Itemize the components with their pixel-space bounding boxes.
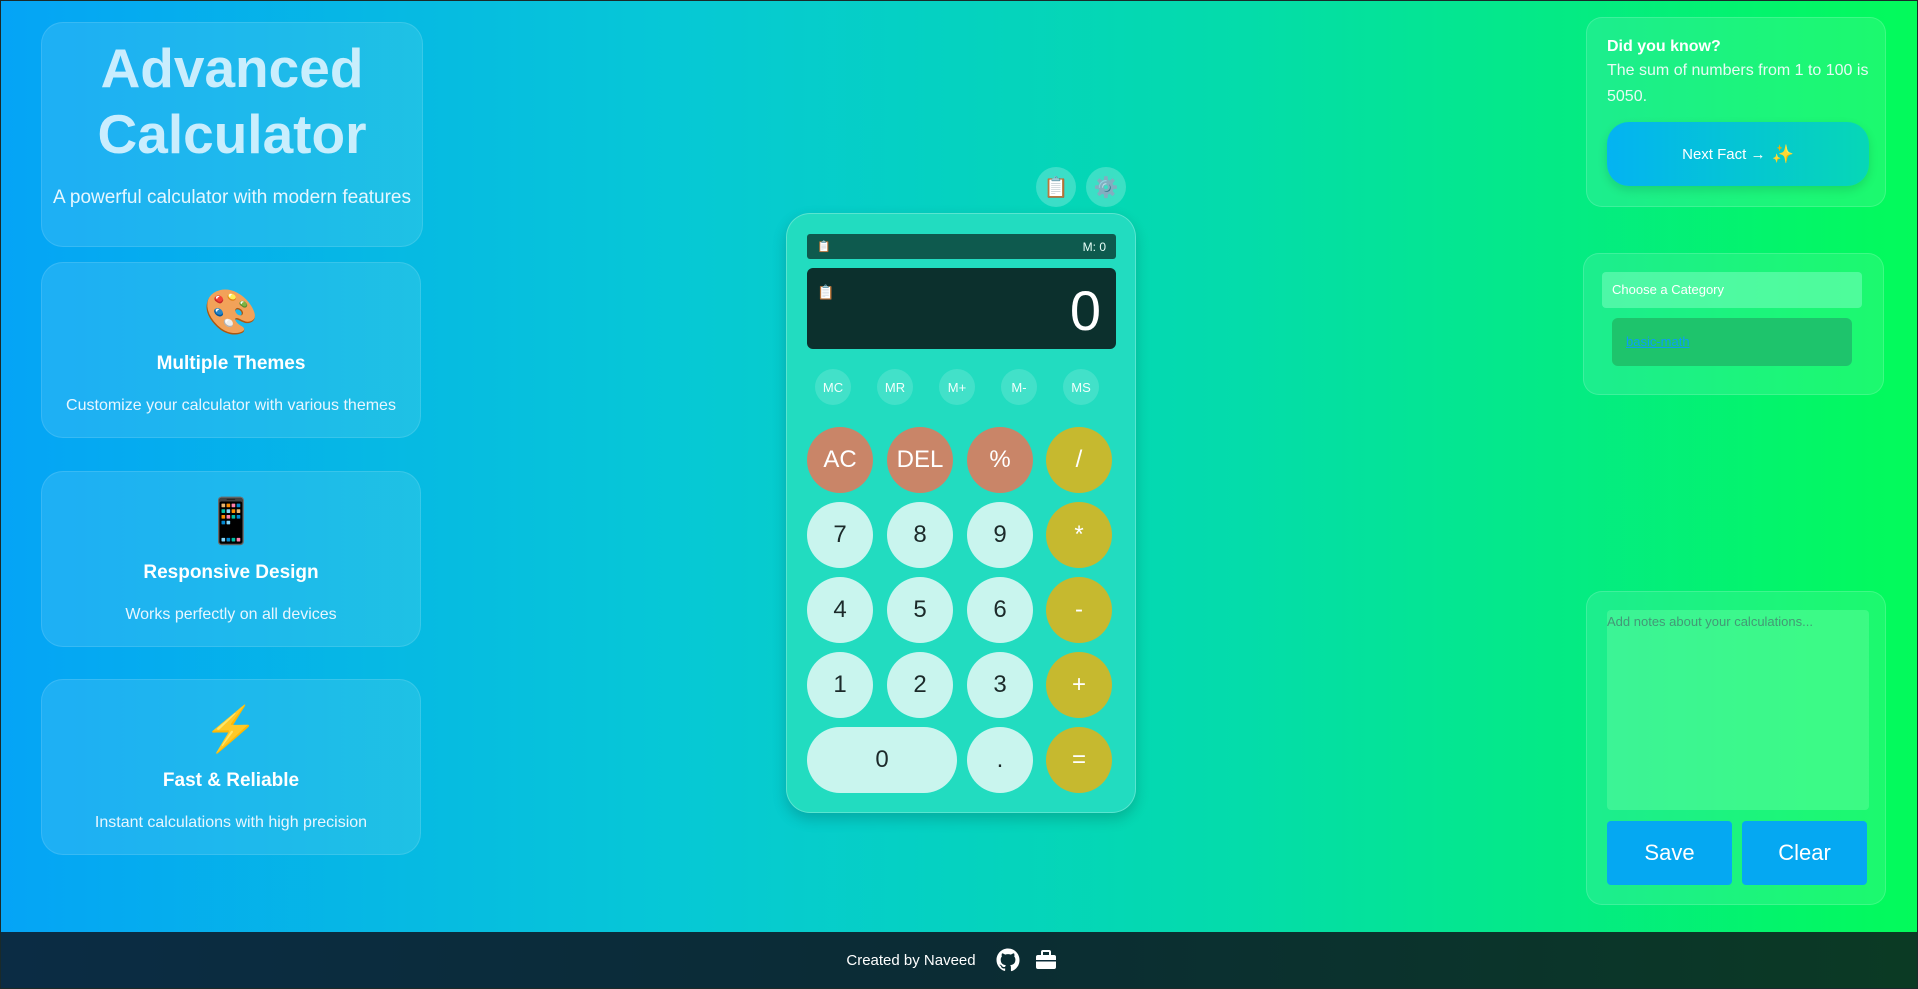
memory-add-button[interactable]: M+ (939, 369, 975, 405)
category-item[interactable]: basic-math (1612, 318, 1852, 366)
plus-button[interactable]: + (1046, 652, 1112, 718)
calculator: 📋 M: 0 📋 0 MC MR M+ M- MS AC DEL % / 7 8… (786, 213, 1136, 813)
digit-7-button[interactable]: 7 (807, 502, 873, 568)
feature-desc: Works perfectly on all devices (125, 606, 337, 623)
percent-button[interactable]: % (967, 427, 1033, 493)
calculator-display: 📋 0 (807, 268, 1116, 349)
clear-button[interactable]: Clear (1742, 821, 1867, 885)
memory-buttons: MC MR M+ M- MS (815, 369, 1115, 405)
notes-textarea[interactable] (1607, 610, 1869, 810)
digit-2-button[interactable]: 2 (887, 652, 953, 718)
footer-credit: Created by Naveed (846, 951, 976, 969)
all-clear-button[interactable]: AC (807, 427, 873, 493)
phone-icon: 📱 (203, 497, 259, 546)
hero-card: Advanced Calculator A powerful calculato… (41, 22, 423, 247)
equals-button[interactable]: = (1046, 727, 1112, 793)
save-button[interactable]: Save (1607, 821, 1732, 885)
lightning-icon: ⚡ (203, 705, 259, 754)
digit-9-button[interactable]: 9 (967, 502, 1033, 568)
palette-icon: 🎨 (203, 288, 259, 337)
page-title: Advanced Calculator (97, 37, 367, 165)
page-subtitle: A powerful calculator with modern featur… (52, 187, 411, 208)
notes-panel: Save Clear (1586, 591, 1886, 905)
feature-card-themes: 🎨 Multiple Themes Customize your calcula… (41, 262, 421, 438)
github-icon[interactable] (996, 948, 1020, 972)
digit-8-button[interactable]: 8 (887, 502, 953, 568)
memory-clear-button[interactable]: MC (815, 369, 851, 405)
category-panel: Choose a Category basic-math (1583, 253, 1884, 395)
next-fact-button[interactable]: Next Fact → ✨ (1607, 122, 1869, 186)
feature-card-fast: ⚡ Fast & Reliable Instant calculations w… (41, 679, 421, 855)
feature-card-responsive: 📱 Responsive Design Works perfectly on a… (41, 471, 421, 647)
decimal-button[interactable]: . (967, 727, 1033, 793)
delete-button[interactable]: DEL (887, 427, 953, 493)
category-select[interactable]: Choose a Category (1602, 272, 1862, 308)
clipboard-icon[interactable]: 📋 (817, 240, 831, 253)
display-value: 0 (1069, 279, 1101, 342)
feature-desc: Customize your calculator with various t… (66, 397, 396, 414)
feature-title: Responsive Design (143, 562, 319, 583)
fact-text: The sum of numbers from 1 to 100 is 5050… (1607, 62, 1869, 105)
briefcase-icon[interactable] (1034, 948, 1058, 972)
memory-recall-button[interactable]: MR (877, 369, 913, 405)
feature-desc: Instant calculations with high precision (94, 814, 368, 831)
memory-store-button[interactable]: MS (1063, 369, 1099, 405)
gear-icon[interactable]: ⚙️ (1086, 167, 1126, 207)
digit-6-button[interactable]: 6 (967, 577, 1033, 643)
digit-3-button[interactable]: 3 (967, 652, 1033, 718)
digit-4-button[interactable]: 4 (807, 577, 873, 643)
history-icon[interactable]: 📋 (817, 284, 834, 301)
memory-subtract-button[interactable]: M- (1001, 369, 1037, 405)
feature-title: Multiple Themes (156, 353, 306, 374)
fact-heading: Did you know? (1607, 38, 1721, 55)
sparkles-icon: ✨ (1771, 143, 1794, 164)
minus-button[interactable]: - (1046, 577, 1112, 643)
digit-5-button[interactable]: 5 (887, 577, 953, 643)
clipboard-icon[interactable]: 📋 (1036, 167, 1076, 207)
footer: Created by Naveed (1, 932, 1917, 988)
fact-panel: Did you know? The sum of numbers from 1 … (1586, 17, 1886, 207)
memory-value: M: 0 (1082, 239, 1106, 254)
digit-0-button[interactable]: 0 (807, 727, 957, 793)
multiply-button[interactable]: * (1046, 502, 1112, 568)
next-fact-label: Next Fact → (1682, 145, 1766, 163)
feature-title: Fast & Reliable (162, 770, 300, 791)
digit-1-button[interactable]: 1 (807, 652, 873, 718)
memory-bar: 📋 M: 0 (807, 234, 1116, 259)
divide-button[interactable]: / (1046, 427, 1112, 493)
